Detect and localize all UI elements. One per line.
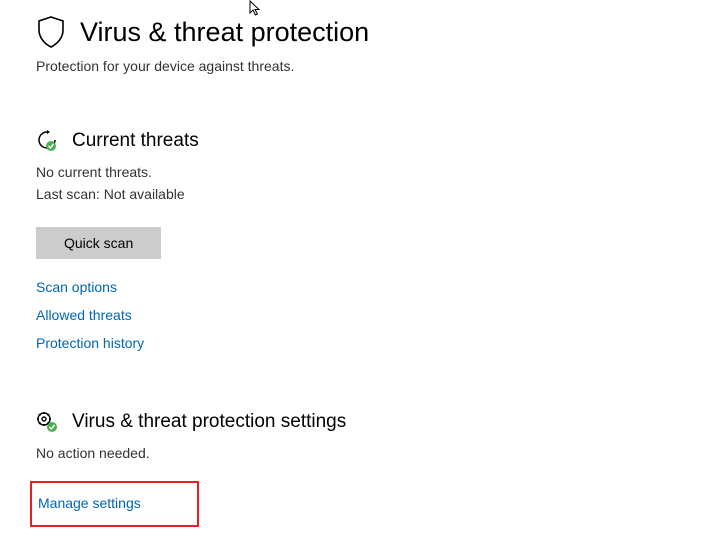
settings-status: No action needed. (36, 443, 724, 465)
threat-status-line2: Last scan: Not available (36, 184, 724, 206)
threat-links: Scan options Allowed threats Protection … (36, 279, 724, 351)
current-threats-section: Current threats No current threats. Last… (36, 130, 724, 351)
allowed-threats-link[interactable]: Allowed threats (36, 307, 724, 323)
manage-settings-link[interactable]: Manage settings (38, 495, 141, 511)
threat-status-line1: No current threats. (36, 162, 724, 184)
page-subtitle: Protection for your device against threa… (36, 58, 724, 74)
quick-scan-button[interactable]: Quick scan (36, 227, 161, 259)
page-title: Virus & threat protection (80, 17, 369, 48)
scan-shield-icon (36, 130, 58, 152)
current-threats-title: Current threats (72, 130, 199, 152)
vtp-settings-title: Virus & threat protection settings (72, 411, 346, 433)
vtp-settings-section: Virus & threat protection settings No ac… (36, 411, 724, 527)
section-header-current-threats: Current threats (36, 130, 724, 152)
page-header: Virus & threat protection (36, 16, 724, 48)
highlight-annotation: Manage settings (30, 481, 199, 527)
settings-shield-icon (36, 411, 58, 433)
scan-options-link[interactable]: Scan options (36, 279, 724, 295)
protection-history-link[interactable]: Protection history (36, 335, 724, 351)
section-header-settings: Virus & threat protection settings (36, 411, 724, 433)
shield-icon (36, 16, 66, 48)
